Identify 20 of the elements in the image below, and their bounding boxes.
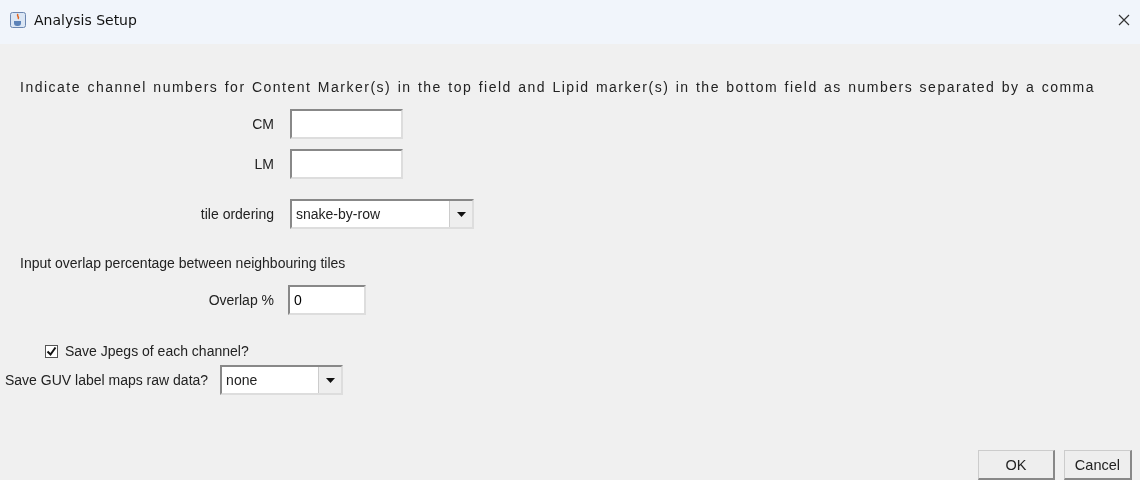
field-label: Overlap % bbox=[207, 292, 274, 308]
caret-icon bbox=[456, 211, 466, 217]
dialog-button[interactable]: Cancel bbox=[1063, 450, 1132, 480]
instruction-text: Indicate channel numbers for Content Marker(s) in the top field and Lipid marker(s) in the bottom field as numbers separated by a comma bbox=[20, 79, 1097, 95]
checkbox-label[interactable]: Save Jpegs of each channel? bbox=[65, 343, 249, 359]
field-label: LM bbox=[253, 156, 274, 172]
dropdown[interactable]: none bbox=[220, 365, 344, 395]
field-label: tile ordering bbox=[199, 206, 274, 222]
input-field[interactable] bbox=[290, 149, 403, 179]
close-icon[interactable] bbox=[1118, 14, 1130, 26]
dropdown[interactable]: snake-by-row bbox=[290, 199, 474, 229]
instruction-text: Input overlap percentage between neighbouring tiles bbox=[20, 255, 347, 271]
field-label: Save GUV label maps raw data? bbox=[5, 372, 209, 388]
window-title: Analysis Setup bbox=[34, 12, 138, 28]
checkbox[interactable] bbox=[45, 344, 58, 358]
input-field[interactable] bbox=[290, 109, 403, 139]
dialog-button[interactable]: OK bbox=[977, 450, 1055, 480]
field-label: CM bbox=[251, 116, 274, 132]
caret-icon bbox=[325, 377, 335, 383]
input-field[interactable]: 0 bbox=[288, 285, 366, 315]
